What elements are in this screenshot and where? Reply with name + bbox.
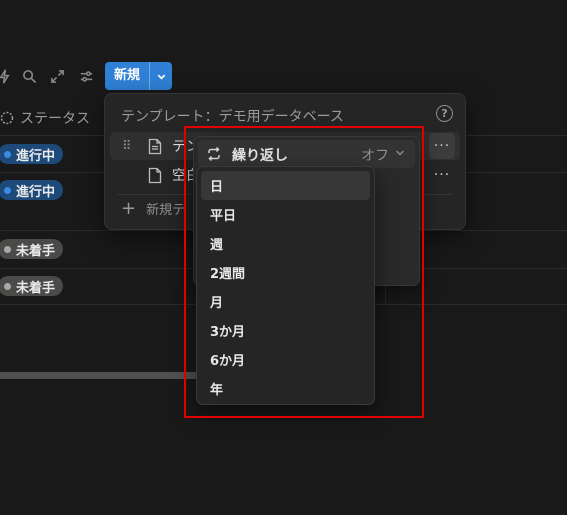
more-options-button[interactable]: ··· bbox=[429, 162, 455, 188]
status-badge[interactable]: 未着手 bbox=[0, 276, 64, 296]
frequency-option-biweekly[interactable]: 2週間 bbox=[201, 258, 370, 287]
frequency-option-weekly[interactable]: 週 bbox=[201, 229, 370, 258]
status-badge[interactable]: 進行中 bbox=[0, 180, 64, 200]
plus-icon: + bbox=[121, 197, 137, 219]
repeat-icon bbox=[208, 146, 220, 162]
new-template-button[interactable]: + 新規テ bbox=[121, 199, 185, 218]
frequency-option-daily[interactable]: 日 bbox=[201, 171, 370, 200]
frequency-option-semiannual[interactable]: 6か月 bbox=[201, 345, 370, 374]
chevron-down-icon bbox=[396, 150, 404, 156]
document-icon bbox=[148, 138, 162, 154]
status-header-label: ステータス bbox=[20, 111, 90, 127]
help-icon[interactable]: ? bbox=[436, 105, 453, 122]
status-badge[interactable]: 未着手 bbox=[0, 239, 64, 259]
more-options-button[interactable]: ··· bbox=[429, 133, 455, 159]
frequency-option-weekdays[interactable]: 平日 bbox=[201, 200, 370, 229]
repeat-value: オフ bbox=[361, 148, 389, 164]
status-icon bbox=[0, 111, 14, 125]
document-icon bbox=[148, 167, 162, 183]
new-button-label: 新規 bbox=[114, 68, 141, 83]
frequency-option-yearly[interactable]: 年 bbox=[201, 374, 370, 403]
horizontal-scrollbar[interactable] bbox=[0, 372, 200, 379]
new-button[interactable]: 新規 bbox=[105, 62, 173, 90]
chevron-down-icon[interactable] bbox=[150, 62, 172, 90]
new-template-label: 新規テ bbox=[146, 203, 186, 218]
settings-sliders-icon[interactable] bbox=[76, 66, 96, 86]
frequency-option-quarterly[interactable]: 3か月 bbox=[201, 316, 370, 345]
lightning-icon[interactable] bbox=[0, 66, 14, 86]
popover-title: テンプレート：デモ用データベース bbox=[121, 109, 344, 125]
frequency-option-monthly[interactable]: 月 bbox=[201, 287, 370, 316]
repeat-select[interactable]: 繰り返し オフ bbox=[198, 140, 415, 168]
expand-icon[interactable] bbox=[47, 66, 67, 86]
status-column-header[interactable]: ステータス bbox=[0, 107, 90, 129]
search-icon[interactable] bbox=[19, 66, 39, 86]
repeat-label: 繰り返し bbox=[232, 148, 288, 164]
frequency-dropdown: 日 平日 週 2週間 月 3か月 6か月 年 bbox=[196, 166, 375, 405]
status-badge[interactable]: 進行中 bbox=[0, 144, 64, 164]
drag-handle-icon[interactable]: ⠿ bbox=[122, 139, 131, 154]
